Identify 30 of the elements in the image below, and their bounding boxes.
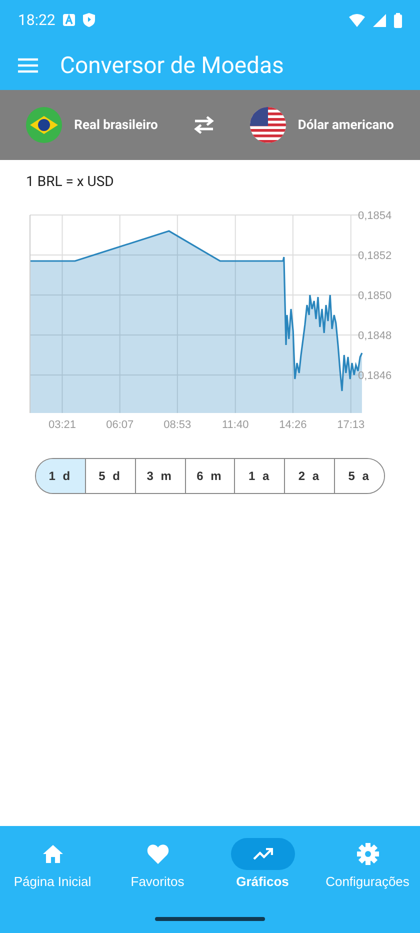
x-axis-label: 08:53 bbox=[164, 419, 192, 431]
y-axis-label: 0,1848 bbox=[358, 330, 392, 342]
x-axis-label: 06:07 bbox=[106, 419, 134, 431]
shield-icon bbox=[83, 13, 96, 27]
x-axis-label: 14:26 bbox=[279, 419, 307, 431]
y-axis-label: 0,1850 bbox=[358, 290, 392, 302]
wifi-icon bbox=[349, 14, 365, 26]
x-axis-label: 03:21 bbox=[48, 419, 76, 431]
x-axis-label: 17:13 bbox=[337, 419, 365, 431]
heart-icon bbox=[146, 844, 168, 864]
status-time: 18:22 bbox=[18, 11, 56, 29]
swap-icon[interactable] bbox=[192, 115, 216, 135]
y-axis-label: 0,1846 bbox=[358, 370, 392, 382]
app-title: Conversor de Moedas bbox=[60, 52, 284, 78]
y-axis-label: 0,1854 bbox=[358, 210, 392, 222]
signal-icon bbox=[373, 14, 386, 26]
range-tab[interactable]: 1 d bbox=[36, 459, 85, 493]
notification-icon bbox=[63, 14, 76, 26]
range-tab[interactable]: 5 a bbox=[334, 459, 384, 493]
trending-up-icon bbox=[252, 848, 272, 860]
home-icon bbox=[42, 845, 62, 863]
y-axis-label: 0,1852 bbox=[358, 250, 392, 262]
settings-icon bbox=[356, 843, 378, 865]
from-currency[interactable]: Real brasileiro bbox=[74, 118, 158, 132]
usa-flag-icon[interactable] bbox=[250, 107, 286, 143]
x-axis-label: 11:40 bbox=[222, 419, 249, 431]
to-currency[interactable]: Dólar americano bbox=[298, 118, 394, 132]
battery-icon bbox=[394, 12, 402, 28]
brazil-flag-icon[interactable] bbox=[26, 107, 62, 143]
rate-label: 1 BRL = x USD bbox=[25, 173, 115, 190]
